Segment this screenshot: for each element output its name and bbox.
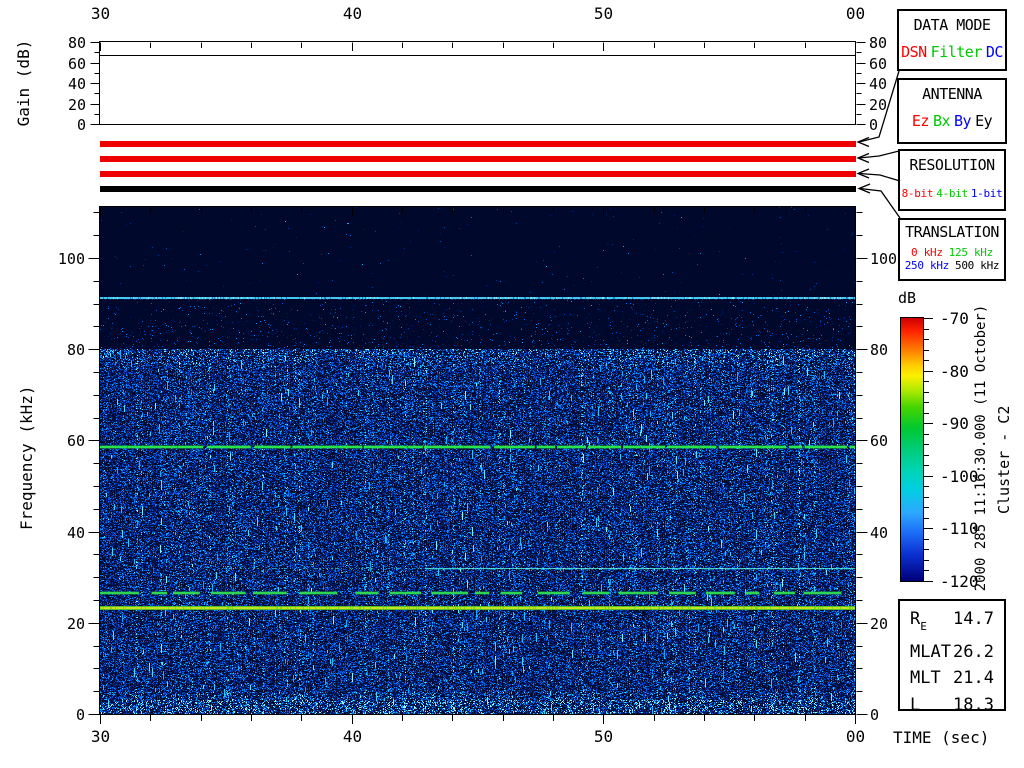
panel-antenna-title: ANTENNA [922, 85, 982, 103]
bottom-time-tick-label: 40 [342, 727, 363, 746]
gain-tick-label-right: 60 [869, 54, 888, 73]
data-mode-options: DSN Filter DC [899, 43, 1005, 61]
data-mode-option-filter: Filter [930, 43, 983, 61]
orbit-row-value: 21.4 [953, 668, 994, 689]
gain-tick-label-left: 80 [67, 33, 86, 52]
panel-translation-title: TRANSLATION [905, 223, 999, 241]
freq-tick-label-left: 80 [66, 340, 85, 359]
colorbar-tick-label: -120 [940, 571, 979, 591]
panel-data-mode-title: DATA MODE [913, 16, 991, 34]
spectrogram-box [99, 206, 856, 715]
translation-option-row: 250 kHz 500 kHz [900, 259, 1004, 272]
top-time-tick-label: 50 [593, 4, 614, 23]
translation-options: 0 kHz 125 kHz 250 kHz 500 kHz [900, 246, 1004, 272]
time-axis-title: TIME (sec) [893, 728, 990, 747]
orbit-row-l: L 18.3 [900, 692, 1004, 719]
orbit-row-label: L [910, 694, 921, 715]
gain-tick-label-left: 20 [67, 95, 86, 114]
colorbar-tick-label: -80 [940, 361, 969, 381]
frequency-axis-title: Frequency (kHz) [17, 385, 36, 531]
gain-tick-label-left: 40 [67, 74, 86, 93]
colorbar [900, 317, 924, 582]
freq-tick-label-left: 40 [66, 523, 85, 542]
orbit-row-value: 18.3 [953, 694, 994, 715]
freq-tick-label-right: 0 [870, 705, 880, 724]
gain-plot-box [99, 41, 856, 125]
orbit-row-value: 26.2 [953, 641, 994, 662]
data-mode-option-dc: DC [985, 43, 1004, 61]
gain-tick-label-left: 0 [76, 115, 86, 134]
antenna-option-bx: Bx [932, 112, 951, 130]
status-bar-data-mode [100, 141, 856, 147]
colorbar-tick-label: -110 [940, 518, 979, 538]
gain-tick-label-right: 0 [869, 115, 879, 134]
resolution-options: 8-bit 4-bit 1-bit [900, 187, 1004, 200]
gain-tick-label-right: 20 [869, 95, 888, 114]
antenna-option-ez: Ez [911, 112, 930, 130]
colorbar-tick-label: -100 [940, 466, 979, 486]
orbit-row-label: MLAT [910, 641, 951, 662]
translation-option-row: 0 kHz 125 kHz [900, 246, 1004, 259]
panel-resolution: RESOLUTION 8-bit 4-bit 1-bit [898, 149, 1006, 211]
data-mode-option-dsn: DSN [901, 43, 927, 61]
freq-tick-label-right: 60 [870, 431, 889, 450]
antenna-option-ey: Ey [975, 112, 993, 130]
gain-tick-label-left: 60 [67, 54, 86, 73]
colorbar-tick-label: -90 [940, 413, 969, 433]
resolution-option-1-bit: 1-bit [970, 187, 1003, 200]
status-bar-resolution [100, 171, 856, 177]
bottom-time-tick-label: 30 [90, 727, 111, 746]
colorbar-unit-label: dB [898, 289, 917, 307]
freq-tick-label-right: 20 [870, 614, 889, 633]
freq-tick-label-left: 20 [66, 614, 85, 633]
orbit-row-mlat: MLAT 26.2 [900, 639, 1004, 666]
orbit-row-label: MLT [910, 668, 941, 689]
freq-tick-label-right: 80 [870, 340, 889, 359]
resolution-option-8-bit: 8-bit [901, 187, 934, 200]
translation-option-0-khz: 0 kHz [911, 246, 943, 259]
orbit-row-value: 14.7 [953, 609, 994, 629]
spectrogram-canvas [100, 207, 855, 714]
gain-tick-label-right: 80 [869, 33, 888, 52]
wbd-spectrogram-display: Gain (dB) Frequency (kHz) dB 2000 285 11… [0, 0, 1024, 768]
resolution-option-4-bit: 4-bit [936, 187, 968, 200]
orbit-parameters-panel: RE 14.7 MLAT 26.2 MLT 21.4 L 18.3 [898, 599, 1006, 715]
panel-antenna: ANTENNA Ez Bx By Ey [897, 78, 1007, 144]
antenna-option-by: By [954, 112, 972, 130]
timestamp-vertical-label: 2000 285 11:16:30.000 (11 October) [973, 304, 989, 592]
freq-tick-label-right: 40 [870, 523, 889, 542]
top-time-tick-label: 30 [90, 4, 111, 23]
freq-tick-label-right: 100 [870, 249, 898, 268]
orbit-row-label: RE [910, 609, 927, 634]
status-bar-antenna [100, 156, 856, 162]
top-time-tick-label: 00 [845, 4, 866, 23]
freq-tick-label-left: 60 [66, 431, 85, 450]
panel-translation: TRANSLATION 0 kHz 125 kHz 250 kHz 500 kHz [898, 218, 1006, 281]
freq-tick-label-left: 100 [57, 249, 85, 268]
orbit-row-mlt: MLT 21.4 [900, 665, 1004, 692]
orbit-row-r: RE 14.7 [900, 606, 1004, 639]
status-bar-translation [100, 186, 856, 192]
panel-data-mode: DATA MODE DSN Filter DC [897, 9, 1007, 71]
spacecraft-vertical-label: Cluster - C2 [995, 405, 1013, 514]
bottom-time-tick-label: 50 [593, 727, 614, 746]
panel-resolution-title: RESOLUTION [909, 156, 995, 174]
translation-option-125-khz: 125 kHz [948, 246, 994, 259]
gain-tick-label-right: 40 [869, 74, 888, 93]
orbit-parameter-rows: RE 14.7 MLAT 26.2 MLT 21.4 L 18.3 [900, 601, 1004, 718]
translation-option-250-khz: 250 kHz [904, 259, 950, 272]
freq-tick-label-left: 0 [75, 705, 85, 724]
top-time-tick-label: 40 [342, 4, 363, 23]
bottom-time-tick-label: 00 [845, 727, 866, 746]
colorbar-tick-label: -70 [940, 308, 969, 328]
antenna-options: Ez Bx By Ey [899, 112, 1005, 130]
translation-option-500-khz: 500 kHz [955, 259, 1000, 272]
